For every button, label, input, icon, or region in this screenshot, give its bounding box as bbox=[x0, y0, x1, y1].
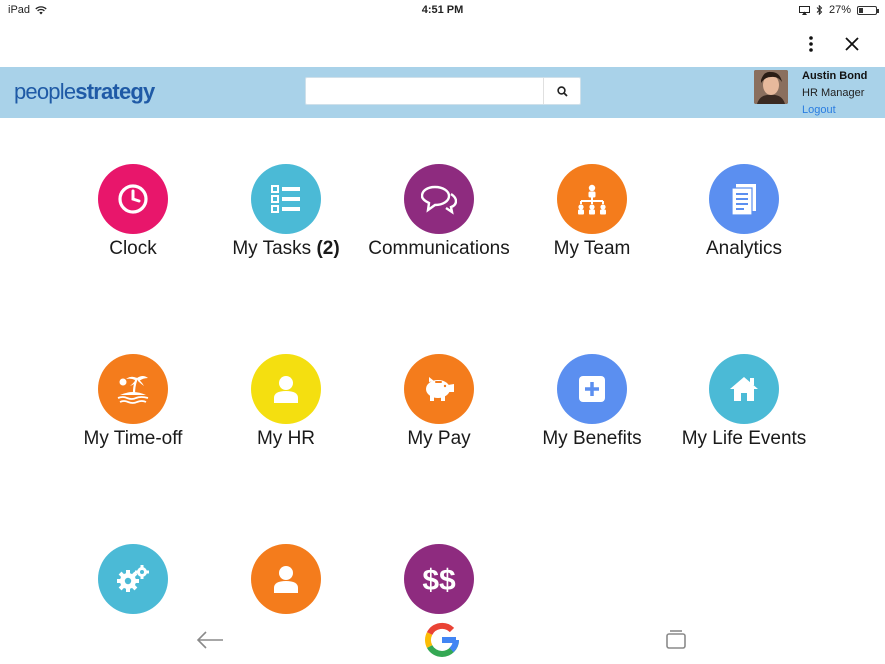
tile-my-benefits[interactable]: My Benefits bbox=[517, 354, 667, 450]
svg-text:$$: $$ bbox=[422, 564, 456, 596]
bluetooth-icon bbox=[816, 5, 823, 15]
tile-label-text: My Pay bbox=[407, 428, 471, 449]
status-time: 4:51 PM bbox=[421, 4, 464, 16]
tile-label-text: Clock bbox=[109, 238, 157, 259]
tile-compensation-circle: $$ bbox=[404, 544, 474, 614]
tile-profile-circle bbox=[251, 544, 321, 614]
tile-my-tasks-circle bbox=[251, 164, 321, 234]
plus-icon bbox=[579, 376, 605, 402]
tile-settings[interactable] bbox=[58, 544, 208, 618]
tabs-icon bbox=[666, 630, 686, 649]
tile-label-text: My Time-off bbox=[83, 428, 183, 449]
status-bar: iPad 4:51 PM 27% bbox=[0, 0, 885, 20]
tile-label: Communications bbox=[364, 238, 514, 260]
tile-my-benefits-circle bbox=[557, 354, 627, 424]
tile-label: Clock bbox=[58, 238, 208, 260]
brand-logo[interactable]: peoplestrategy bbox=[14, 79, 155, 105]
tile-analytics[interactable]: Analytics bbox=[669, 164, 819, 260]
person-icon bbox=[274, 376, 298, 403]
tile-label: My Life Events bbox=[669, 428, 819, 450]
org-chart-icon bbox=[578, 184, 606, 215]
gears-icon bbox=[117, 565, 149, 592]
tile-my-pay[interactable]: My Pay bbox=[364, 354, 514, 450]
screen-mirror-icon bbox=[798, 5, 810, 15]
tabs-button[interactable] bbox=[664, 629, 688, 651]
tile-my-team-circle bbox=[557, 164, 627, 234]
tile-label-text: My Life Events bbox=[681, 428, 807, 449]
search-input[interactable] bbox=[306, 78, 544, 104]
tile-label-text: My HR bbox=[256, 428, 316, 449]
task-count-badge: (2) bbox=[316, 238, 340, 259]
tile-label: My HR bbox=[211, 428, 361, 450]
google-icon bbox=[425, 622, 459, 657]
app-header: peoplestrategy Austin Bond HR Manager Lo… bbox=[0, 67, 885, 118]
tile-my-pay-circle bbox=[404, 354, 474, 424]
dollar-icon: $$ bbox=[422, 564, 456, 596]
tile-my-life-events-circle bbox=[709, 354, 779, 424]
tile-my-tasks[interactable]: My Tasks (2) bbox=[211, 164, 361, 260]
tile-communications-circle bbox=[404, 164, 474, 234]
battery-percent: 27% bbox=[828, 4, 851, 16]
tile-label: My Time-off bbox=[58, 428, 208, 450]
browser-toolbar bbox=[0, 20, 885, 67]
brand-logo-part2: strategy bbox=[75, 79, 155, 104]
report-icon bbox=[731, 184, 756, 216]
tile-label: My Pay bbox=[364, 428, 514, 450]
tile-my-life-events[interactable]: My Life Events bbox=[669, 354, 819, 450]
tile-clock[interactable]: Clock bbox=[58, 164, 208, 260]
tile-label: My Team bbox=[517, 238, 667, 260]
tile-label: My Benefits bbox=[517, 428, 667, 450]
tile-my-hr-circle bbox=[251, 354, 321, 424]
tile-label: My Tasks (2) bbox=[211, 238, 361, 260]
avatar[interactable] bbox=[754, 70, 788, 104]
search-box bbox=[305, 77, 581, 105]
tile-profile[interactable] bbox=[211, 544, 361, 618]
tile-compensation[interactable]: $$ bbox=[364, 544, 514, 618]
more-options-button[interactable] bbox=[797, 30, 825, 58]
home-icon bbox=[730, 377, 758, 401]
person-icon bbox=[274, 566, 298, 593]
tile-analytics-circle bbox=[709, 164, 779, 234]
tile-my-time-off[interactable]: My Time-off bbox=[58, 354, 208, 450]
tile-label-text: My Benefits bbox=[542, 428, 642, 449]
tile-my-hr[interactable]: My HR bbox=[211, 354, 361, 450]
close-icon bbox=[845, 37, 859, 51]
battery-fill bbox=[859, 7, 864, 13]
google-button[interactable] bbox=[423, 621, 461, 659]
user-role: HR Manager bbox=[802, 87, 865, 99]
battery-icon bbox=[857, 5, 879, 15]
search-button[interactable] bbox=[543, 78, 580, 104]
tile-communications[interactable]: Communications bbox=[364, 164, 514, 260]
logout-link[interactable]: Logout bbox=[802, 104, 836, 116]
chat-bubbles-icon bbox=[421, 185, 457, 215]
brand-logo-part1: people bbox=[14, 79, 76, 104]
back-button[interactable] bbox=[195, 629, 225, 651]
tile-label-text: Communications bbox=[368, 238, 510, 259]
tile-label: Analytics bbox=[669, 238, 819, 260]
close-button[interactable] bbox=[838, 30, 866, 58]
tile-label-text: My Team bbox=[553, 238, 631, 259]
tile-settings-circle bbox=[98, 544, 168, 614]
bottom-nav bbox=[0, 615, 885, 664]
user-name: Austin Bond bbox=[802, 70, 868, 82]
clock-icon bbox=[118, 184, 148, 214]
tile-clock-circle bbox=[98, 164, 168, 234]
avatar-image bbox=[754, 70, 788, 104]
more-vertical-icon bbox=[809, 36, 813, 52]
tile-my-time-off-circle bbox=[98, 354, 168, 424]
tile-label-text: My Tasks bbox=[232, 238, 312, 259]
search-icon bbox=[556, 85, 568, 97]
island-icon bbox=[117, 376, 149, 404]
tile-label-text: Analytics bbox=[705, 238, 783, 259]
task-list-icon bbox=[271, 185, 300, 213]
piggy-bank-icon bbox=[426, 377, 454, 401]
back-arrow-icon bbox=[196, 631, 223, 649]
tile-my-team[interactable]: My Team bbox=[517, 164, 667, 260]
status-right: 27% bbox=[798, 4, 879, 16]
